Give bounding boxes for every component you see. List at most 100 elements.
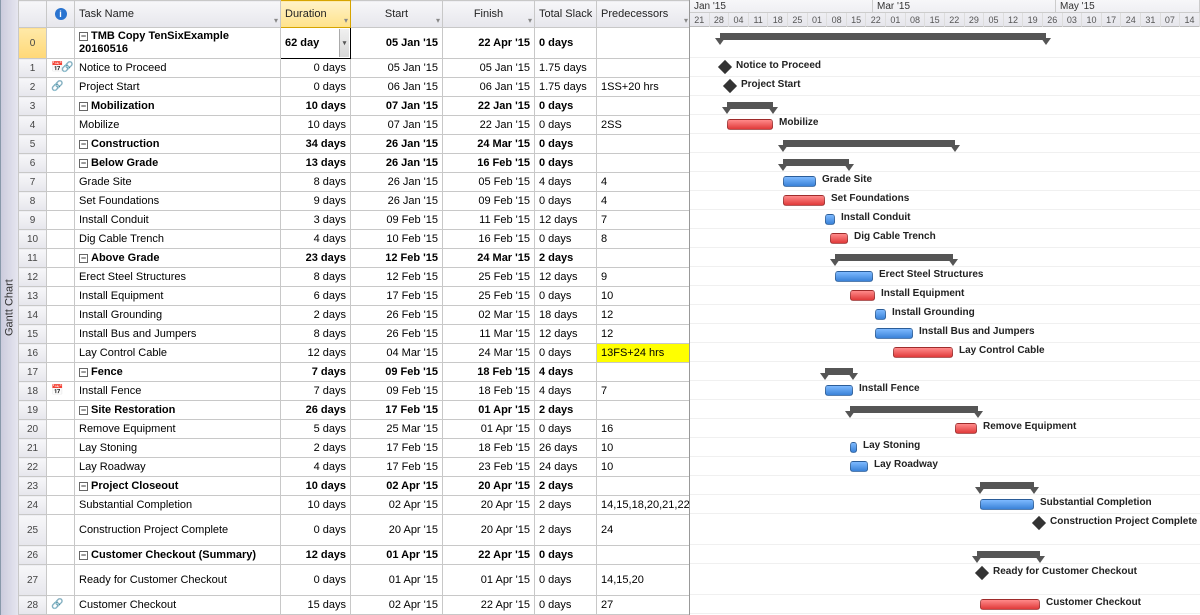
gantt-body[interactable]: Notice to ProceedProject StartMobilizeGr… — [690, 27, 1200, 615]
gantt-row[interactable]: Set Foundations — [690, 191, 1200, 210]
gantt-row[interactable]: Lay Roadway — [690, 457, 1200, 476]
finish-cell[interactable]: 22 Apr '15 — [443, 546, 535, 565]
task-name-cell[interactable]: Lay Control Cable — [75, 344, 281, 363]
predecessors-cell[interactable]: 7 — [597, 382, 691, 401]
slack-cell[interactable]: 1.75 days — [535, 78, 597, 97]
predecessors-cell[interactable]: 27 — [597, 596, 691, 615]
row-number[interactable]: 17 — [19, 363, 47, 382]
duration-cell[interactable]: 2 days — [281, 439, 351, 458]
table-row[interactable]: 1📅🔗Notice to Proceed0 days05 Jan '1505 J… — [19, 59, 691, 78]
row-number[interactable]: 8 — [19, 192, 47, 211]
slack-cell[interactable]: 12 days — [535, 325, 597, 344]
table-row[interactable]: 22Lay Roadway4 days17 Feb '1523 Feb '152… — [19, 458, 691, 477]
table-row[interactable]: 16Lay Control Cable12 days04 Mar '1524 M… — [19, 344, 691, 363]
gantt-row[interactable]: Install Bus and Jumpers — [690, 324, 1200, 343]
start-cell[interactable]: 02 Apr '15 — [351, 596, 443, 615]
start-cell[interactable]: 07 Jan '15 — [351, 116, 443, 135]
start-cell[interactable]: 26 Feb '15 — [351, 306, 443, 325]
row-number[interactable]: 5 — [19, 135, 47, 154]
start-cell[interactable]: 26 Jan '15 — [351, 192, 443, 211]
start-cell[interactable]: 26 Jan '15 — [351, 135, 443, 154]
gantt-row[interactable]: Remove Equipment — [690, 419, 1200, 438]
task-name-cell[interactable]: −Fence — [75, 363, 281, 382]
task-name-cell[interactable]: Install Conduit — [75, 211, 281, 230]
duration-cell[interactable]: 7 days — [281, 363, 351, 382]
task-bar[interactable] — [830, 233, 848, 244]
task-name-cell[interactable]: Ready for Customer Checkout — [75, 565, 281, 596]
table-row[interactable]: 20Remove Equipment5 days25 Mar '1501 Apr… — [19, 420, 691, 439]
task-name-cell[interactable]: Dig Cable Trench — [75, 230, 281, 249]
gantt-row[interactable]: Substantial Completion — [690, 495, 1200, 514]
start-cell[interactable]: 26 Jan '15 — [351, 173, 443, 192]
duration-cell[interactable]: 62 day▾ — [281, 28, 351, 59]
duration-cell[interactable]: 7 days — [281, 382, 351, 401]
summary-bar[interactable] — [980, 482, 1034, 489]
outline-toggle[interactable]: − — [79, 140, 88, 149]
start-cell[interactable]: 10 Feb '15 — [351, 230, 443, 249]
table-row[interactable]: 13Install Equipment6 days17 Feb '1525 Fe… — [19, 287, 691, 306]
outline-toggle[interactable]: − — [79, 254, 88, 263]
table-row[interactable]: 25Construction Project Complete0 days20 … — [19, 515, 691, 546]
duration-cell[interactable]: 4 days — [281, 230, 351, 249]
gantt-row[interactable]: Project Start — [690, 77, 1200, 96]
task-bar[interactable] — [955, 423, 977, 434]
gantt-row[interactable] — [690, 96, 1200, 115]
outline-toggle[interactable]: − — [79, 102, 88, 111]
start-cell[interactable]: 17 Feb '15 — [351, 287, 443, 306]
table-row[interactable]: 5−Construction34 days26 Jan '1524 Mar '1… — [19, 135, 691, 154]
finish-cell[interactable]: 18 Feb '15 — [443, 439, 535, 458]
predecessors-cell[interactable]: 10 — [597, 458, 691, 477]
start-cell[interactable]: 17 Feb '15 — [351, 439, 443, 458]
row-number[interactable]: 14 — [19, 306, 47, 325]
gantt-row[interactable] — [690, 545, 1200, 564]
task-bar[interactable] — [893, 347, 953, 358]
table-row[interactable]: 4Mobilize10 days07 Jan '1522 Jan '150 da… — [19, 116, 691, 135]
slack-cell[interactable]: 0 days — [535, 230, 597, 249]
slack-cell[interactable]: 24 days — [535, 458, 597, 477]
row-number[interactable]: 24 — [19, 496, 47, 515]
duration-cell[interactable]: 23 days — [281, 249, 351, 268]
gantt-row[interactable]: Install Grounding — [690, 305, 1200, 324]
table-row[interactable]: 14Install Grounding2 days26 Feb '1502 Ma… — [19, 306, 691, 325]
finish-cell[interactable]: 16 Feb '15 — [443, 154, 535, 173]
row-number[interactable]: 19 — [19, 401, 47, 420]
finish-cell[interactable]: 05 Jan '15 — [443, 59, 535, 78]
predecessors-cell[interactable] — [597, 59, 691, 78]
row-number[interactable]: 28 — [19, 596, 47, 615]
start-cell[interactable]: 04 Mar '15 — [351, 344, 443, 363]
duration-cell[interactable]: 13 days — [281, 154, 351, 173]
task-name-cell[interactable]: Erect Steel Structures — [75, 268, 281, 287]
task-bar[interactable] — [875, 309, 886, 320]
task-name-cell[interactable]: Lay Stoning — [75, 439, 281, 458]
task-name-cell[interactable]: −Customer Checkout (Summary) — [75, 546, 281, 565]
predecessors-cell[interactable]: 16 — [597, 420, 691, 439]
duration-cell[interactable]: 6 days — [281, 287, 351, 306]
table-row[interactable]: 21Lay Stoning2 days17 Feb '1518 Feb '152… — [19, 439, 691, 458]
duration-cell[interactable]: 2 days — [281, 306, 351, 325]
gantt-row[interactable]: Install Fence — [690, 381, 1200, 400]
task-name-cell[interactable]: Project Start — [75, 78, 281, 97]
gantt-row[interactable]: Install Equipment — [690, 286, 1200, 305]
duration-cell[interactable]: 9 days — [281, 192, 351, 211]
slack-cell[interactable]: 2 days — [535, 515, 597, 546]
duration-cell[interactable]: 12 days — [281, 546, 351, 565]
table-row[interactable]: 9Install Conduit3 days09 Feb '1511 Feb '… — [19, 211, 691, 230]
task-name-cell[interactable]: −Mobilization — [75, 97, 281, 116]
table-row[interactable]: 24Substantial Completion10 days02 Apr '1… — [19, 496, 691, 515]
table-row[interactable]: 28🔗Customer Checkout15 days02 Apr '1522 … — [19, 596, 691, 615]
gantt-chart-vertical-tab[interactable]: Gantt Chart — [0, 0, 18, 615]
predecessors-cell[interactable] — [597, 135, 691, 154]
summary-bar[interactable] — [977, 551, 1040, 558]
gantt-row[interactable]: Grade Site — [690, 172, 1200, 191]
gantt-row[interactable]: Lay Stoning — [690, 438, 1200, 457]
row-number[interactable]: 21 — [19, 439, 47, 458]
outline-toggle[interactable]: − — [79, 406, 88, 415]
start-cell[interactable]: 06 Jan '15 — [351, 78, 443, 97]
predecessors-cell[interactable]: 8 — [597, 230, 691, 249]
slack-cell[interactable]: 0 days — [535, 344, 597, 363]
gantt-row[interactable]: Lay Control Cable — [690, 343, 1200, 362]
predecessors-cell[interactable]: 9 — [597, 268, 691, 287]
start-cell[interactable]: 07 Jan '15 — [351, 97, 443, 116]
outline-toggle[interactable]: − — [79, 368, 88, 377]
gantt-row[interactable]: Customer Checkout — [690, 595, 1200, 614]
